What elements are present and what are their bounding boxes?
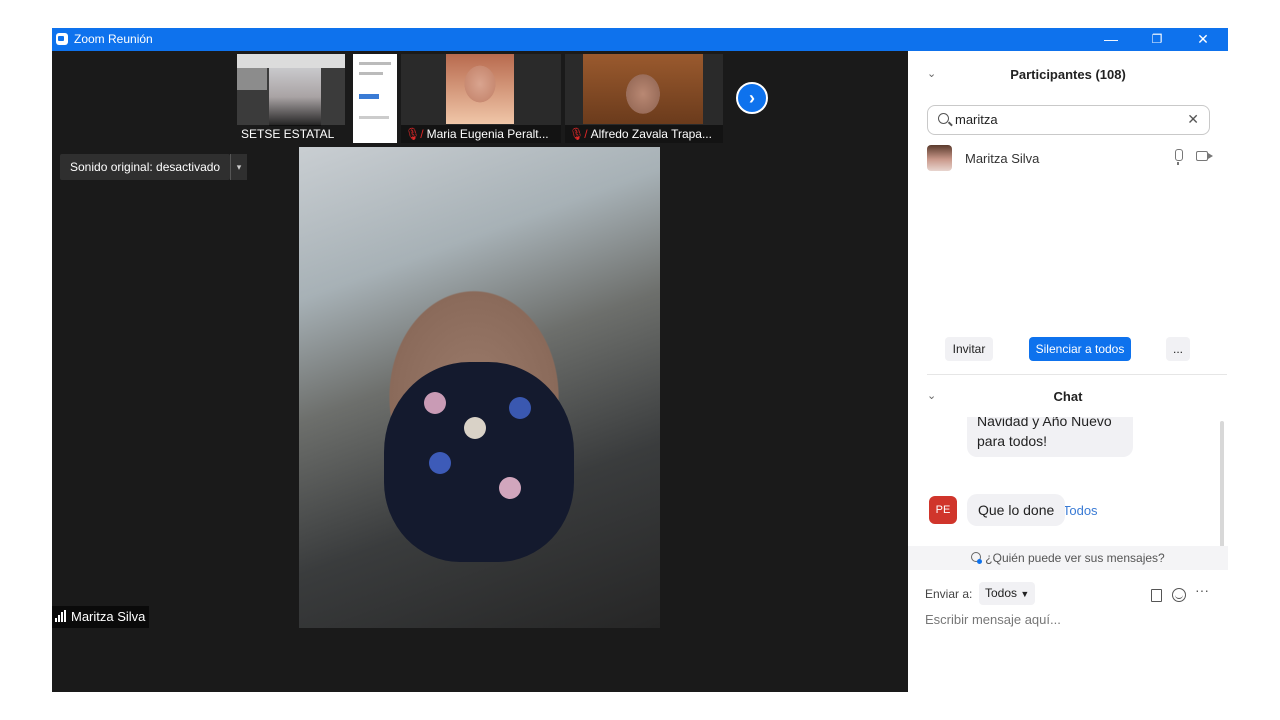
active-speaker-video xyxy=(299,147,660,628)
original-sound-button[interactable]: Sonido original: desactivado xyxy=(60,154,231,180)
thumbnail-maria-eugenia[interactable]: 🎙︎/Maria Eugenia Peralt... xyxy=(401,54,561,143)
participants-header: Participantes (108) xyxy=(1010,67,1126,82)
thumbnail-video-feed xyxy=(446,54,514,124)
chat-header: Chat xyxy=(1053,389,1083,404)
signal-strength-icon xyxy=(55,607,67,629)
zoom-logo-icon xyxy=(56,33,68,45)
panel-divider xyxy=(927,374,1227,375)
who-can-see-messages[interactable]: ¿Quién puede ver sus mensajes? xyxy=(908,546,1228,570)
participant-search: ✕ xyxy=(927,105,1210,135)
mask-flower xyxy=(509,397,531,419)
thumbnail-screen-share xyxy=(237,54,345,68)
send-to-select[interactable]: Todos ▼ xyxy=(979,582,1036,605)
emoji-icon[interactable] xyxy=(1172,588,1186,602)
avatar xyxy=(927,145,952,171)
more-options-button[interactable]: ... xyxy=(1166,337,1190,361)
side-panel: ⌄ Participantes (108) ✕ Maritza Silva In… xyxy=(908,51,1228,692)
zoom-window: Zoom Reunión — ❐ ✕ SETSE ESTATAL 🎙︎/Mari… xyxy=(52,28,1228,692)
muted-mic-icon: 🎙︎/ xyxy=(405,127,424,141)
send-to-label: Enviar a: xyxy=(925,587,973,601)
thumbnail-shared-document[interactable] xyxy=(353,54,397,143)
document-line xyxy=(359,116,389,119)
minimize-button[interactable]: — xyxy=(1088,28,1134,51)
muted-mic-icon: 🎙︎/ xyxy=(569,127,588,141)
title-bar: Zoom Reunión — ❐ ✕ xyxy=(52,28,1228,51)
invite-button[interactable]: Invitar xyxy=(945,337,993,361)
thumbnail-gallery-tile xyxy=(237,68,267,90)
window-title: Zoom Reunión xyxy=(74,32,153,46)
next-page-button[interactable]: › xyxy=(736,82,768,114)
microphone-icon[interactable] xyxy=(1175,149,1183,165)
restore-button[interactable]: ❐ xyxy=(1134,28,1180,51)
thumbnail-video-feed xyxy=(269,68,321,126)
mask-flower xyxy=(464,417,486,439)
participant-row[interactable]: Maritza Silva xyxy=(927,145,1217,173)
clear-search-icon[interactable]: ✕ xyxy=(1187,111,1199,128)
chat-messages: Navidad y Año Nuevo para todos! xyxy=(908,417,1228,547)
mask-flower xyxy=(424,392,446,414)
participant-search-input[interactable] xyxy=(955,112,1175,127)
thumbnail-name: SETSE ESTATAL xyxy=(237,125,345,143)
chat-message: Que lo done xyxy=(967,494,1066,526)
chevron-down-icon: ▼ xyxy=(1020,589,1030,599)
video-area: SETSE ESTATAL 🎙︎/Maria Eugenia Peralt...… xyxy=(52,51,908,692)
document-line xyxy=(359,72,383,75)
mask-flower xyxy=(499,477,521,499)
more-tools-icon[interactable]: ··· xyxy=(1195,582,1209,598)
mask-flower xyxy=(429,452,451,474)
document-highlight xyxy=(359,94,379,99)
file-icon[interactable] xyxy=(1151,589,1162,602)
mute-all-button[interactable]: Silenciar a todos xyxy=(1029,337,1131,361)
camera-icon[interactable] xyxy=(1196,151,1213,161)
thumbnail-name: 🎙︎/Maria Eugenia Peralt... xyxy=(401,125,561,143)
sound-dropdown-caret[interactable]: ▾ xyxy=(230,154,247,180)
speaker-face-mask xyxy=(384,362,574,562)
thumbnail-setse-estatal[interactable]: SETSE ESTATAL xyxy=(237,54,345,143)
active-speaker-name: Maritza Silva xyxy=(52,606,150,629)
thumbnail-video-feed xyxy=(583,54,703,124)
thumbnail-alfredo-zavala[interactable]: 🎙︎/Alfredo Zavala Trapa... xyxy=(565,54,723,143)
chat-message: Navidad y Año Nuevo para todos! xyxy=(967,417,1133,457)
thumbnail-name: 🎙︎/Alfredo Zavala Trapa... xyxy=(565,125,723,143)
search-icon xyxy=(938,113,949,124)
participant-name: Maritza Silva xyxy=(965,151,1040,166)
document-line xyxy=(359,62,391,65)
avatar: PE xyxy=(929,496,957,524)
close-button[interactable]: ✕ xyxy=(1180,28,1226,51)
person-icon xyxy=(971,552,983,564)
chat-message-input[interactable] xyxy=(925,612,1215,627)
